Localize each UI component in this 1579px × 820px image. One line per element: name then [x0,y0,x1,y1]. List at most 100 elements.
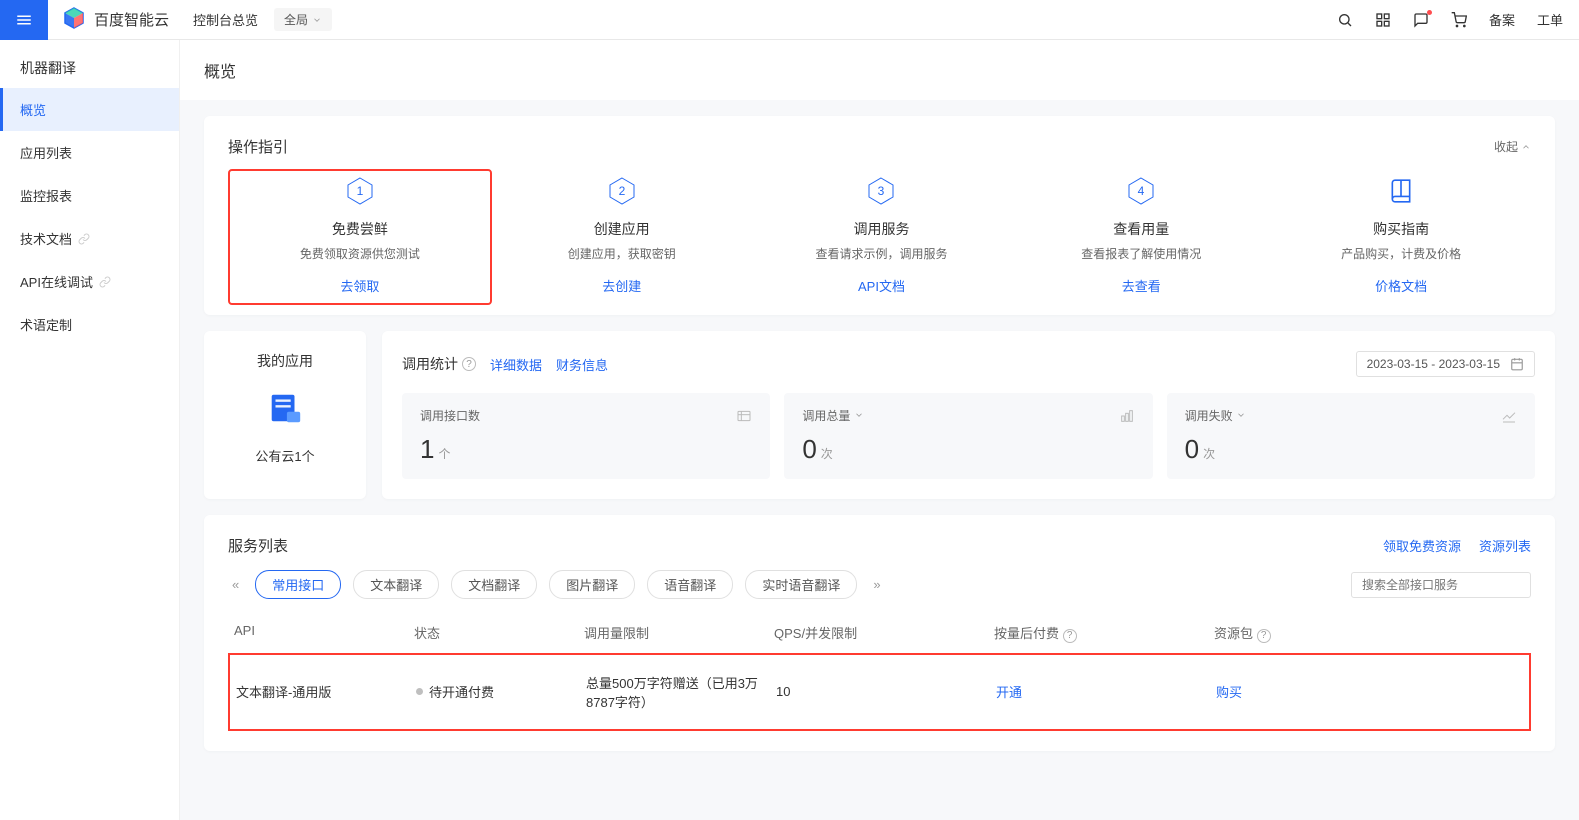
stat-label: 调用总量 [802,407,863,424]
stat-value: 1个 [420,434,752,465]
svg-text:4: 4 [1138,184,1145,198]
resource-list-link[interactable]: 资源列表 [1479,536,1531,555]
sidebar-item-overview[interactable]: 概览 [0,88,179,131]
apps-grid-icon[interactable] [1375,12,1391,28]
guide-title: 操作指引 [228,136,288,157]
table-header: API 状态 调用量限制 QPS/并发限制 按量后付费 ? 资源包 ? [228,613,1531,654]
sidebar-item-apidebug[interactable]: API在线调试 [0,260,179,303]
baidu-cloud-logo-icon [62,6,86,33]
chevron-down-icon[interactable] [854,410,864,420]
chevron-down-icon [312,15,322,25]
help-icon[interactable]: ? [1257,629,1271,643]
svg-text:1: 1 [357,184,364,198]
guide-steps: 1 免费尝鲜 免费领取资源供您测试 去领取 2 创建应用 创建应用，获取密钥 去… [228,177,1531,295]
chart-icon[interactable] [1119,408,1135,424]
myapp-card: 我的应用 公有云1个 [204,331,366,499]
th-limit: 调用量限制 [584,623,774,643]
step-desc: 创建应用，获取密钥 [492,245,752,262]
guide-step-2: 2 创建应用 创建应用，获取密钥 去创建 [492,177,752,295]
guide-step-purchase: 购买指南 产品购买，计费及价格 价格文档 [1271,177,1531,295]
cell-qps: 10 [776,684,996,699]
beian-link[interactable]: 备案 [1489,10,1515,29]
external-link-icon [99,276,111,288]
chevron-down-icon[interactable] [1236,410,1246,420]
activate-link[interactable]: 开通 [996,685,1022,700]
workorder-link[interactable]: 工单 [1537,10,1563,29]
collapse-button[interactable]: 收起 [1494,138,1531,155]
detail-data-link[interactable]: 详细数据 [490,355,542,374]
cloud-app-icon[interactable] [265,389,305,430]
stat-value: 0次 [1185,434,1517,465]
help-icon[interactable]: ? [1063,629,1077,643]
help-icon[interactable]: ? [462,357,476,371]
step-title: 调用服务 [752,219,1012,239]
tab-image[interactable]: 图片翻译 [549,570,635,599]
external-link-icon [78,233,90,245]
service-list-card: 服务列表 领取免费资源 资源列表 « 常用接口 文本翻译 文档翻译 图片翻译 语… [204,515,1555,751]
step-desc: 产品购买，计费及价格 [1271,245,1531,262]
book-icon [1387,177,1415,205]
cart-icon[interactable] [1451,12,1467,28]
purchase-link[interactable]: 购买 [1216,685,1242,700]
step-action-link[interactable]: 价格文档 [1271,276,1531,295]
stat-card-failed: 调用失败 0次 [1167,393,1535,479]
th-pack: 资源包 ? [1214,623,1525,643]
date-range-picker[interactable]: 2023-03-15 - 2023-03-15 [1356,351,1535,377]
sidebar-item-applist[interactable]: 应用列表 [0,131,179,174]
region-selector[interactable]: 全局 [274,8,332,31]
header-actions: 备案 工单 [1337,10,1563,29]
step-desc: 查看请求示例，调用服务 [752,245,1012,262]
th-api: API [234,623,414,643]
step-number-icon: 2 [608,177,636,205]
service-tabs: « 常用接口 文本翻译 文档翻译 图片翻译 语音翻译 实时语音翻译 » [228,570,1531,599]
top-header: 百度智能云 控制台总览 全局 备案 工单 [0,0,1579,40]
table-row: 文本翻译-通用版 待开通付费 总量500万字符赠送（已用3万8787字符） 10… [228,653,1531,731]
tabs-next-button[interactable]: » [869,577,884,592]
tabs-prev-button[interactable]: « [228,577,243,592]
sidebar-item-monitor[interactable]: 监控报表 [0,174,179,217]
sidebar-item-terms[interactable]: 术语定制 [0,303,179,346]
guide-step-4: 4 查看用量 查看报表了解使用情况 去查看 [1011,177,1271,295]
finance-link[interactable]: 财务信息 [556,355,608,374]
search-icon[interactable] [1337,12,1353,28]
sidebar-title: 机器翻译 [0,40,179,88]
cell-status: 待开通付费 [416,682,586,701]
tab-speech[interactable]: 语音翻译 [647,570,733,599]
free-resource-link[interactable]: 领取免费资源 [1383,536,1461,555]
page-title: 概览 [180,40,1579,100]
stats-title: 调用统计? [402,354,476,374]
menu-toggle-button[interactable] [0,0,48,40]
step-action-link[interactable]: 去领取 [230,276,490,295]
svg-text:3: 3 [878,184,885,198]
myapp-count: 公有云1个 [255,446,314,465]
sidebar-item-docs[interactable]: 技术文档 [0,217,179,260]
status-dot-icon [416,688,423,695]
message-icon[interactable] [1413,12,1429,28]
step-action-link[interactable]: API文档 [752,276,1012,295]
tab-realtime[interactable]: 实时语音翻译 [745,570,857,599]
step-action-link[interactable]: 去查看 [1011,276,1271,295]
service-search[interactable] [1351,572,1531,598]
tab-common[interactable]: 常用接口 [255,570,341,599]
step-number-icon: 1 [346,177,374,205]
cell-api: 文本翻译-通用版 [236,682,416,701]
th-pay: 按量后付费 ? [994,623,1214,643]
stat-card-interfaces: 调用接口数 1个 [402,393,770,479]
stat-value: 0次 [802,434,1134,465]
step-desc: 查看报表了解使用情况 [1011,245,1271,262]
tab-doc[interactable]: 文档翻译 [451,570,537,599]
step-action-link[interactable]: 去创建 [492,276,752,295]
trend-icon[interactable] [1501,408,1517,424]
search-input[interactable] [1362,578,1517,592]
calendar-icon [1510,357,1524,371]
tab-text[interactable]: 文本翻译 [353,570,439,599]
cell-limit: 总量500万字符赠送（已用3万8787字符） [586,673,776,711]
step-title: 购买指南 [1271,219,1531,239]
breadcrumb[interactable]: 控制台总览 [183,10,268,29]
stats-card: 调用统计? 详细数据 财务信息 2023-03-15 - 2023-03-15 … [382,331,1555,499]
brand-logo[interactable]: 百度智能云 [48,6,183,33]
detail-icon[interactable] [736,408,752,424]
chevron-up-icon [1521,142,1531,152]
stat-card-total: 调用总量 0次 [784,393,1152,479]
myapp-title: 我的应用 [257,351,313,371]
